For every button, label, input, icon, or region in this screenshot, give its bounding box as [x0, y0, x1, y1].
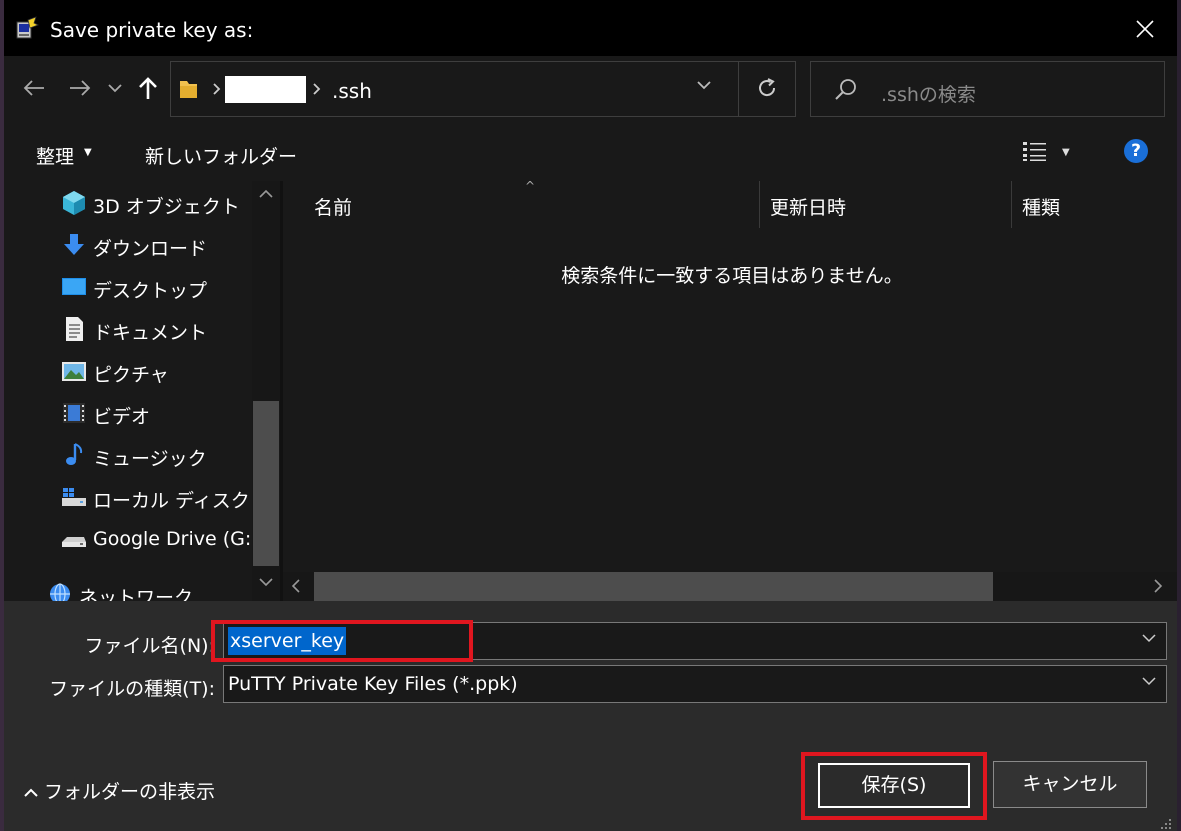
address-divider [738, 62, 739, 116]
empty-folder-message: 検索条件に一致する項目はありません。 [561, 265, 903, 287]
window-title: Save private key as: [50, 18, 254, 42]
pictures-icon [62, 362, 86, 381]
nav-item-label: ミュージック [93, 448, 207, 470]
3d-objects-icon [63, 191, 85, 215]
search-box[interactable]: .sshの検索 [810, 61, 1165, 117]
desktop-background-edge [0, 0, 4, 831]
hide-folders-label: フォルダーの非表示 [44, 781, 216, 803]
nav-item-label: ドキュメント [93, 322, 208, 344]
chevron-down-icon[interactable] [1142, 677, 1156, 686]
column-header-type[interactable]: 種類 [1022, 193, 1060, 220]
nav-item-network[interactable]: ネットワーク [4, 575, 249, 601]
chevron-right-icon [213, 83, 221, 95]
document-icon [66, 317, 83, 341]
up-button[interactable] [134, 68, 162, 108]
nav-item-music[interactable]: ミュージック [4, 436, 249, 474]
close-icon [1136, 20, 1154, 38]
local-disk-icon [62, 488, 86, 506]
refresh-icon[interactable] [755, 76, 779, 100]
nav-item-label: Google Drive (G:) [93, 528, 259, 550]
file-list-scroll-thumb[interactable] [314, 572, 993, 601]
nav-item-desktop[interactable]: デスクトップ [4, 268, 249, 306]
nav-item-google-drive[interactable]: Google Drive (G:) [4, 520, 259, 558]
arrow-up-icon [139, 77, 157, 99]
file-list: ^ 名前 更新日時 種類 検索条件に一致する項目はありません。 [283, 179, 1181, 601]
music-icon [66, 443, 83, 465]
column-header-modified[interactable]: 更新日時 [770, 193, 846, 220]
sort-ascending-icon: ^ [525, 179, 536, 193]
chevron-up-icon [24, 788, 38, 797]
file-list-horizontal-scrollbar[interactable] [283, 572, 1181, 601]
scroll-left-icon[interactable] [291, 578, 301, 594]
scroll-up-icon[interactable] [258, 189, 274, 199]
nav-item-downloads[interactable]: ダウンロード [4, 226, 249, 264]
video-icon [63, 403, 85, 423]
desktop-icon [62, 278, 86, 295]
view-dropdown-caret-icon[interactable]: ▼ [1062, 147, 1070, 158]
nav-item-label: 3D オブジェクト [93, 196, 240, 218]
search-placeholder: .sshの検索 [881, 84, 976, 106]
nav-item-label: ビデオ [93, 406, 151, 428]
scroll-down-icon[interactable] [258, 577, 274, 587]
address-current-folder[interactable]: .ssh [332, 79, 372, 103]
folder-icon [180, 81, 197, 98]
save-dialog: Save private key as: .ssh .sshの検索 整理 ▼ 新… [0, 0, 1181, 831]
address-history-dropdown-icon[interactable] [696, 80, 712, 90]
chevron-down-icon[interactable] [1142, 634, 1156, 643]
title-bar: Save private key as: [0, 0, 1181, 56]
nav-item-local-disk[interactable]: ローカル ディスク (C: [4, 478, 280, 516]
navigation-bar: .ssh .sshの検索 [0, 56, 1181, 124]
column-divider[interactable] [759, 181, 760, 228]
address-bar[interactable]: .ssh [170, 61, 796, 117]
redacted-path-segment [225, 76, 306, 103]
arrow-left-icon [23, 80, 44, 96]
nav-pane-scrollbar[interactable] [252, 181, 280, 601]
nav-item-documents[interactable]: ドキュメント [4, 310, 249, 348]
search-icon [835, 79, 856, 100]
chevron-down-icon [108, 83, 122, 92]
nav-item-label: デスクトップ [93, 280, 208, 302]
putty-app-icon [16, 16, 39, 39]
nav-item-videos[interactable]: ビデオ [4, 394, 249, 432]
filetype-label: ファイルの種類(T): [49, 678, 215, 700]
recent-locations-button[interactable] [104, 68, 126, 108]
new-folder-button[interactable]: 新しいフォルダー [145, 142, 297, 169]
resize-grip-icon[interactable] [1160, 818, 1172, 830]
nav-item-3d-objects[interactable]: 3D オブジェクト [4, 184, 249, 222]
chevron-right-icon [313, 83, 321, 95]
save-options-panel: ファイル名(N): xserver_key ファイルの種類(T): PuTTY … [4, 601, 1177, 831]
filetype-select[interactable]: PuTTY Private Key Files (*.ppk) [223, 665, 1167, 703]
hide-folders-toggle[interactable]: フォルダーの非表示 [24, 777, 215, 804]
column-divider[interactable] [1011, 181, 1012, 228]
command-bar: 整理 ▼ 新しいフォルダー ▼ ? [0, 124, 1181, 181]
back-button[interactable] [18, 68, 50, 108]
nav-item-label: ネットワーク [79, 587, 194, 601]
forward-button[interactable] [64, 68, 96, 108]
organize-button[interactable]: 整理 [36, 142, 74, 169]
nav-item-label: ダウンロード [93, 238, 208, 260]
arrow-right-icon [70, 80, 91, 96]
save-button[interactable]: 保存(S) [818, 763, 970, 808]
cancel-button[interactable]: キャンセル [993, 761, 1147, 808]
desktop-background-edge [1177, 0, 1181, 831]
close-button[interactable] [1122, 8, 1168, 50]
network-icon [50, 583, 70, 601]
drive-icon [62, 537, 86, 547]
scroll-right-icon[interactable] [1153, 578, 1163, 594]
navigation-pane: 3D オブジェクト ダウンロード デスクトップ ドキュメント ピクチャ ビデオ … [4, 181, 280, 601]
nav-item-pictures[interactable]: ピクチャ [4, 352, 249, 390]
column-header-name[interactable]: 名前 [314, 193, 352, 220]
caret-down-icon: ▼ [84, 147, 92, 158]
help-icon[interactable]: ? [1124, 139, 1148, 163]
view-options-icon[interactable] [1022, 140, 1048, 162]
filename-highlight-box [211, 620, 473, 662]
nav-pane-scroll-thumb[interactable] [253, 401, 279, 566]
download-icon [64, 234, 84, 255]
nav-item-label: ピクチャ [93, 364, 169, 386]
filetype-selected-value: PuTTY Private Key Files (*.ppk) [228, 673, 518, 695]
filename-label: ファイル名(N): [84, 635, 215, 657]
